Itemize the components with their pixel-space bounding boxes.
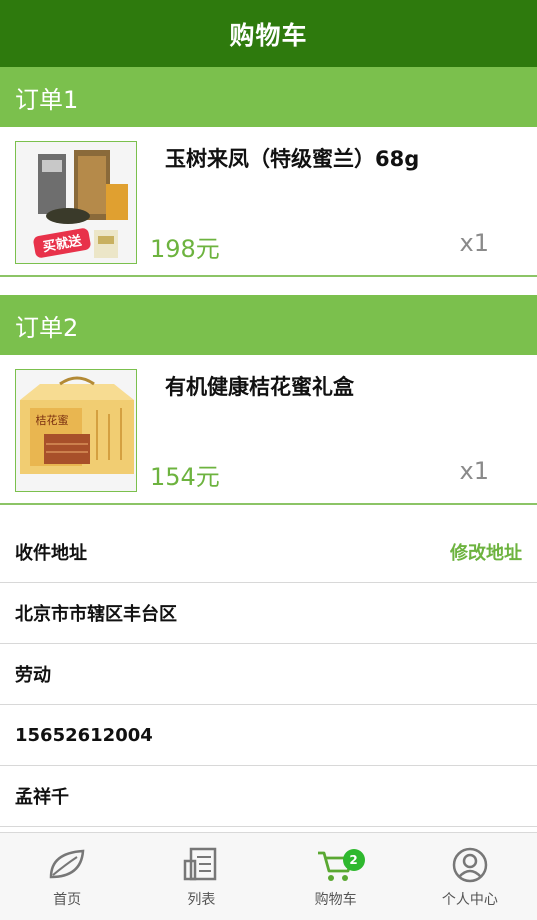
order-header: 订单2 <box>0 295 537 355</box>
address-street: 劳动 <box>0 644 537 705</box>
product-name: 玉树来凤（特级蜜兰）68g <box>165 147 420 171</box>
tab-label: 购物车 <box>314 892 357 908</box>
tab-cart[interactable]: 购物车 2 <box>269 833 403 920</box>
address-region: 北京市市辖区丰台区 <box>0 583 537 644</box>
honey-gift-box-image: 桔花蜜 <box>16 370 136 491</box>
address-header-row: 收件地址 修改地址 <box>0 522 537 583</box>
product-price: 198元 <box>150 235 220 263</box>
product-image[interactable]: 买就送 <box>15 141 137 264</box>
tab-list[interactable]: 列表 <box>134 833 268 920</box>
tab-label: 列表 <box>187 892 216 908</box>
page-title: 购物车 <box>0 0 537 67</box>
address-phone: 15652612004 <box>0 705 537 766</box>
tab-label: 个人中心 <box>441 892 498 908</box>
product-price: 154元 <box>150 463 220 491</box>
tab-label: 首页 <box>53 892 82 908</box>
address-section-label: 收件地址 <box>15 543 87 564</box>
address-recipient: 孟祥千 <box>0 766 537 827</box>
cart-count-badge: 2 <box>342 849 365 871</box>
list-icon <box>184 847 217 881</box>
product-quantity: x1 <box>459 229 489 257</box>
tab-profile[interactable]: 个人中心 <box>403 833 537 920</box>
bottom-tab-bar: 首页 列表 购物车 2 个人中心 <box>0 832 537 920</box>
divider <box>0 503 537 505</box>
tab-home[interactable]: 首页 <box>0 833 134 920</box>
edit-address-button[interactable]: 修改地址 <box>450 539 522 565</box>
product-name: 有机健康桔花蜜礼盒 <box>165 375 354 399</box>
product-quantity: x1 <box>459 457 489 485</box>
honey-box-text: 桔花蜜 <box>36 413 69 427</box>
user-icon <box>452 847 488 883</box>
leaf-icon <box>49 849 85 879</box>
tea-product-image: 买就送 <box>16 142 136 263</box>
divider <box>0 275 537 277</box>
order-item[interactable]: 买就送 玉树来凤（特级蜜兰）68g 198元 x1 <box>0 127 537 277</box>
order-item[interactable]: 桔花蜜 有机健康桔花蜜礼盒 154元 x1 <box>0 355 537 505</box>
product-image[interactable]: 桔花蜜 <box>15 369 137 492</box>
order-header: 订单1 <box>0 67 537 127</box>
